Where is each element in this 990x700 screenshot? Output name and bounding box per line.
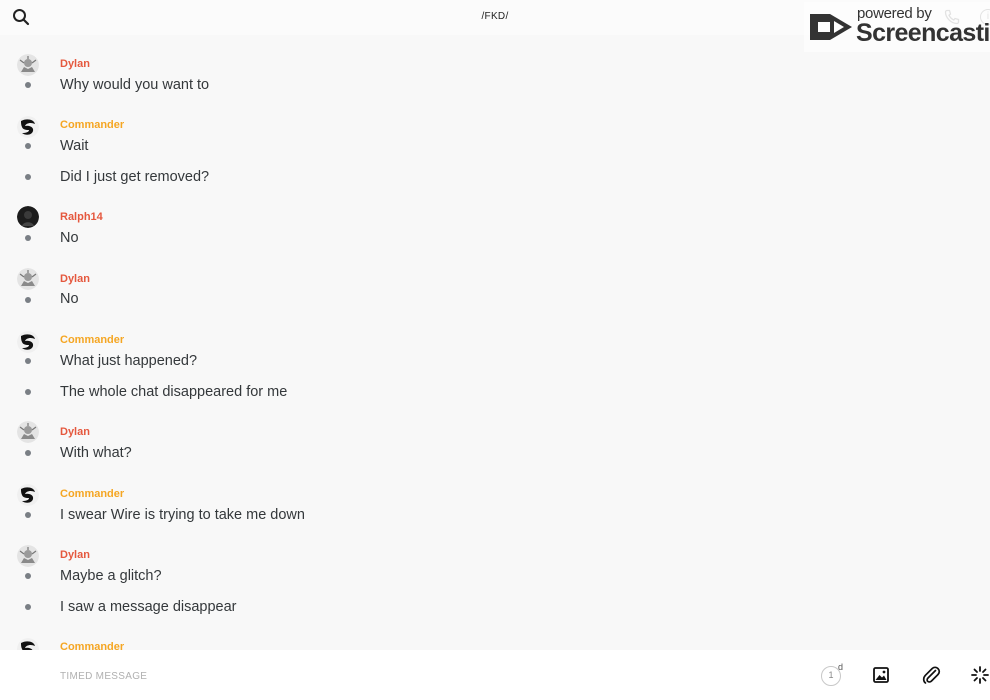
avatar[interactable] bbox=[17, 421, 39, 443]
avatar[interactable] bbox=[17, 54, 39, 76]
message-text[interactable]: What just happened? bbox=[60, 353, 197, 369]
sender-name[interactable]: Dylan bbox=[60, 273, 90, 285]
message-status-dot bbox=[25, 82, 31, 88]
sender-name[interactable]: Commander bbox=[60, 641, 124, 650]
avatar[interactable] bbox=[17, 638, 39, 650]
message-text[interactable]: I saw a message disappear bbox=[60, 599, 237, 615]
message-status-dot bbox=[25, 174, 31, 180]
timer-unit: d bbox=[838, 662, 844, 672]
message-text[interactable]: No bbox=[60, 230, 79, 246]
message-input-bar: 1 d bbox=[0, 650, 990, 700]
message-input[interactable] bbox=[60, 666, 760, 686]
avatar[interactable] bbox=[17, 545, 39, 567]
message-text[interactable]: The whole chat disappeared for me bbox=[60, 384, 287, 400]
sender-name[interactable]: Commander bbox=[60, 488, 124, 500]
sender-name[interactable]: Dylan bbox=[60, 58, 90, 70]
sender-name[interactable]: Ralph14 bbox=[60, 211, 103, 223]
message-status-dot bbox=[25, 358, 31, 364]
app-window: /FKD/ i powered by Screencastify bbox=[0, 0, 990, 700]
ping-icon[interactable] bbox=[970, 665, 990, 685]
message-status-dot bbox=[25, 235, 31, 241]
avatar[interactable] bbox=[17, 268, 39, 290]
avatar[interactable] bbox=[17, 206, 39, 228]
sender-name[interactable]: Commander bbox=[60, 119, 124, 131]
message-text[interactable]: No bbox=[60, 291, 79, 307]
sender-name[interactable]: Dylan bbox=[60, 426, 90, 438]
image-icon[interactable] bbox=[872, 666, 890, 684]
message-text[interactable]: Did I just get removed? bbox=[60, 169, 209, 185]
avatar[interactable] bbox=[17, 331, 39, 353]
avatar[interactable] bbox=[17, 116, 39, 138]
message-status-dot bbox=[25, 512, 31, 518]
message-status-dot bbox=[25, 389, 31, 395]
avatar[interactable] bbox=[17, 484, 39, 506]
paperclip-icon[interactable] bbox=[921, 665, 941, 685]
message-status-dot bbox=[25, 573, 31, 579]
message-status-dot bbox=[25, 604, 31, 610]
timed-message-button[interactable]: 1 d bbox=[821, 662, 847, 687]
message-text[interactable]: I swear Wire is trying to take me down bbox=[60, 507, 305, 523]
sender-name[interactable]: Dylan bbox=[60, 549, 90, 561]
message-text[interactable]: With what? bbox=[60, 445, 132, 461]
sender-name[interactable]: Commander bbox=[60, 334, 124, 346]
message-list[interactable]: Dylan Why would you want to Commander Wa… bbox=[0, 35, 990, 650]
message-text[interactable]: Why would you want to bbox=[60, 77, 209, 93]
message-text[interactable]: Wait bbox=[60, 138, 88, 154]
message-text[interactable]: Maybe a glitch? bbox=[60, 568, 162, 584]
message-status-dot bbox=[25, 143, 31, 149]
message-status-dot bbox=[25, 297, 31, 303]
message-status-dot bbox=[25, 450, 31, 456]
